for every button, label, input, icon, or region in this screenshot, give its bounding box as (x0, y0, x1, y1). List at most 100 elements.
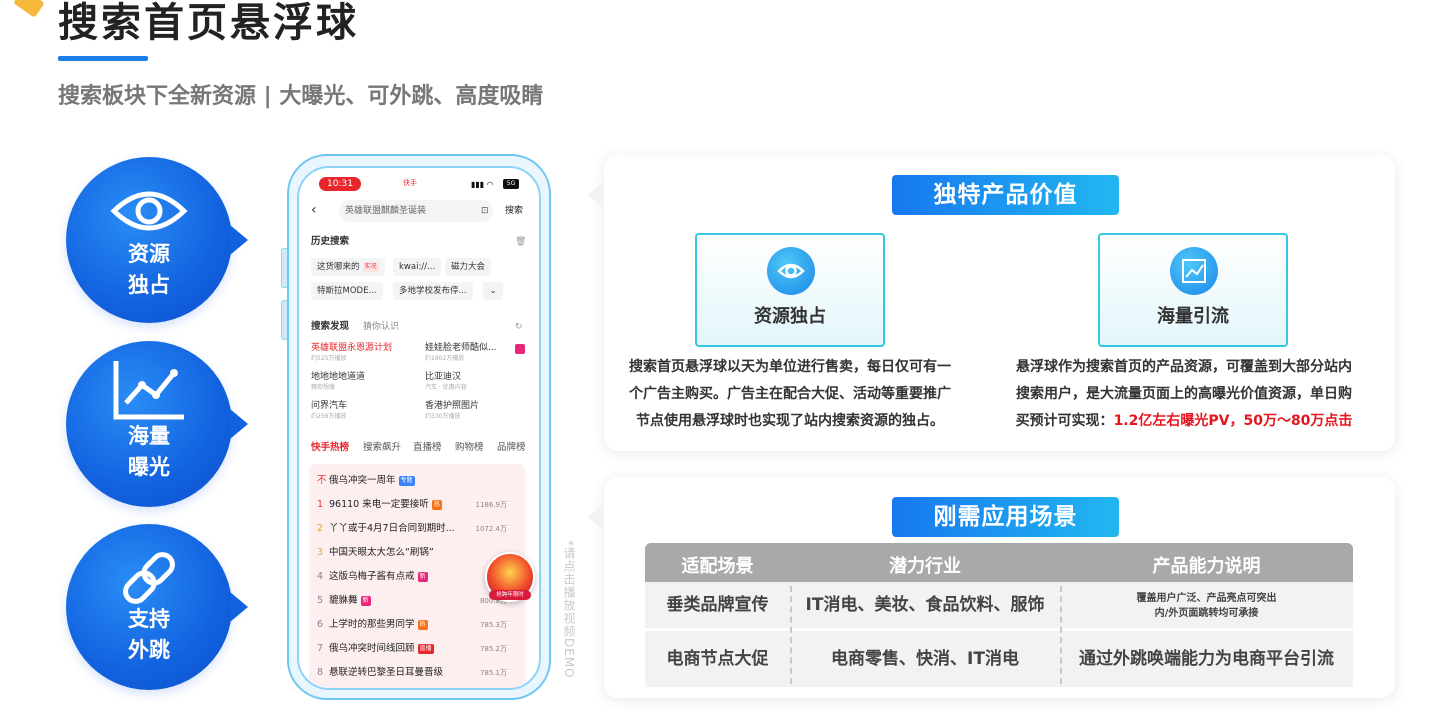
value-left-description: 搜索首页悬浮球以天为单位进行售卖，每日仅可有一 个广告主购买。广告主在配合大促、… (620, 354, 960, 435)
line-chart-icon (113, 361, 184, 420)
feature-line2: 外跳 (128, 638, 170, 662)
value-card-exclusive: 资源独占 (695, 233, 885, 347)
hot-item-rank: 4 (317, 571, 324, 582)
feature-resource-exclusive: 资源 独占 (66, 157, 248, 323)
status-time: 10:31 (319, 177, 361, 191)
scene-table: 适配场景 潜力行业 产品能力说明 垂类品牌宣传 IT消电、美妆、食品饮料、服饰 … (645, 543, 1353, 689)
hot-item-rank: 3 (317, 547, 324, 558)
floating-ball[interactable]: 抢跨年限时 (485, 552, 535, 602)
refresh-icon[interactable]: ↻ (515, 321, 523, 333)
table-cell-industry: 电商零售、快消、IT消电 (790, 631, 1060, 687)
table-cell-desc: 覆盖用户广泛、产品亮点可突出 内/外页面跳转均可承接 (1060, 582, 1353, 629)
top-pin-icon: 不 (317, 475, 327, 486)
discover-item-title[interactable]: 地地地地道道 (311, 371, 365, 383)
history-chip[interactable]: 特斯拉MODE... (311, 282, 383, 300)
hot-item-title: 悬联逆转巴黎圣日耳曼晋级 (329, 667, 444, 678)
tab-shopping[interactable]: 购物榜 (455, 442, 484, 454)
history-chip[interactable]: 磁力大会 (445, 258, 492, 276)
new-tag: 新 (360, 595, 371, 606)
new-tag: 新 (417, 571, 428, 582)
table-cell-scene: 电商节点大促 (645, 631, 790, 687)
new-badge (515, 344, 525, 354)
hot-item-value: 785.3万 (479, 621, 507, 629)
expand-chevron-icon[interactable]: ⌄ (483, 282, 503, 300)
discover-item-meta: 汽车 · 优惠内容 (425, 384, 467, 391)
scan-icon[interactable]: ⊡ (481, 205, 489, 217)
discover-item-title[interactable]: 问界汽车 (311, 400, 347, 412)
chip-tag: 实况 (362, 261, 379, 272)
desc-prefix: 买预计可实现： (1015, 413, 1114, 429)
table-cell-industry: IT消电、美妆、食品饮料、服饰 (790, 582, 1060, 629)
search-button[interactable]: 搜索 (505, 205, 523, 217)
page-title: 搜索首页悬浮球 (58, 0, 359, 46)
hot-tag: 热 (431, 499, 442, 510)
live-tag: 直播 (417, 643, 434, 654)
desc-highlight: 1.2亿左右曝光PV，50万～80万点击 (1113, 413, 1353, 429)
table-cell-desc: 通过外跳唤端能力为电商平台引流 (1060, 631, 1353, 687)
discover-subtab[interactable]: 猜你认识 (363, 321, 399, 333)
value-banner: 独特产品价值 (892, 175, 1119, 215)
tab-live[interactable]: 直播榜 (413, 442, 442, 454)
tab-kuaishou-hot[interactable]: 快手热榜 (311, 442, 349, 454)
hot-list-row[interactable]: 2 丫丫或于4月7日合同到期时... 1072.4万 (317, 522, 517, 536)
hot-list-row[interactable]: 6 上学时的那些男同学热 785.3万 (317, 618, 517, 632)
hot-item-rank: 7 (317, 643, 324, 654)
history-chip[interactable]: kwai://... (393, 258, 442, 276)
eye-icon (767, 247, 815, 295)
feature-line1: 资源 (128, 242, 170, 266)
chip-label: 这货哪来的 (317, 262, 360, 272)
value-card-label: 资源独占 (754, 306, 826, 327)
watermark: *请点击播放视频DEMO (562, 540, 576, 679)
corner-decoration (13, 0, 45, 18)
hot-item-title: 上学时的那些男同学 (329, 619, 415, 630)
link-icon (123, 552, 175, 604)
hot-list-row[interactable]: 5 貔貅舞新 800.8万 (317, 594, 517, 608)
feature-line1: 海量 (128, 424, 170, 448)
back-icon[interactable]: ‹ (311, 203, 317, 217)
desc-line: 内/外页面跳转均可承接 (1154, 608, 1259, 619)
page-subtitle: 搜索板块下全新资源 | 大曝光、可外跳、高度吸睛 (58, 84, 544, 109)
discover-item-meta: 约1902万播放 (425, 355, 465, 362)
hot-item-value: 1072.4万 (475, 525, 508, 533)
desc-line: 搜索用户，是大流量页面上的高曝光价值资源，单日购 (1016, 386, 1352, 402)
feature-line1: 支持 (128, 607, 170, 631)
hot-list-row[interactable]: 8 悬联逆转巴黎圣日耳曼晋级 785.1万 (317, 666, 517, 680)
trash-icon[interactable]: 🗑 (515, 236, 526, 248)
tab-search-rising[interactable]: 搜索飙升 (363, 442, 401, 454)
hot-list-row[interactable]: 3 中国天眼太大怎么“刷锅” (317, 546, 517, 560)
discover-item-title[interactable]: 娃娃脸老师酷似... (425, 342, 497, 354)
hot-item-rank: 2 (317, 523, 324, 534)
phone-screen: 10:31 快手 ▮▮▮ ◠ 5G ‹ 英雄联盟麒麟圣诞装 ⊡ 搜索 历史搜索 … (297, 166, 541, 690)
history-chip[interactable]: 多地学校发布停... (393, 282, 473, 300)
desc-line: 悬浮球作为搜索首页的产品资源，可覆盖到大部分站内 (1016, 359, 1352, 375)
desc-line: 个广告主购买。广告主在配合大促、活动等重要推广 (629, 386, 951, 402)
floating-ball-label: 抢跨年限时 (489, 590, 531, 600)
hot-item-title: 中国天眼太大怎么“刷锅” (329, 547, 434, 558)
hot-item-title: 俄乌冲突时间线回顾 (329, 643, 415, 654)
tab-brand[interactable]: 品牌榜 (497, 442, 526, 454)
value-right-description: 悬浮球作为搜索首页的产品资源，可覆盖到大部分站内 搜索用户，是大流量页面上的高曝… (1008, 354, 1360, 435)
discover-item-meta: 约330万播放 (425, 413, 461, 420)
app-name: 快手 (403, 179, 417, 187)
hot-item-rank: 5 (317, 595, 324, 606)
hot-list-row[interactable]: 1 96110 来电一定要接听热 1186.9万 (317, 498, 517, 512)
feature-external-jump: 支持 外跳 (66, 524, 248, 690)
desc-line: 节点使用悬浮球时也实现了站内搜索资源的独占。 (636, 413, 944, 429)
desc-line: 买预计可实现：1.2亿左右曝光PV，50万～80万点击 (1008, 408, 1360, 435)
discover-item-title[interactable]: 香港护照图片 (425, 400, 479, 412)
desc-line: 搜索首页悬浮球以天为单位进行售卖，每日仅可有一 (629, 359, 951, 375)
discover-title: 搜索发现 (311, 321, 350, 332)
history-chip[interactable]: 这货哪来的 实况 (311, 258, 385, 276)
battery-icon: 5G (503, 179, 519, 189)
topic-tag: 专题 (398, 475, 415, 486)
discover-item-title[interactable]: 英雄联盟永恩源计划 (311, 342, 392, 354)
discover-item-meta: 约525万播放 (311, 355, 347, 362)
hot-item-value: 785.1万 (479, 669, 507, 677)
hot-tag: 热 (417, 619, 428, 630)
discover-item-title[interactable]: 比亚迪汉 (425, 371, 461, 383)
desc-line: 覆盖用户广泛、产品亮点可突出 (1136, 593, 1277, 604)
search-placeholder: 英雄联盟麒麟圣诞装 (345, 206, 427, 216)
hot-list-top-row[interactable]: 不俄乌冲突一周年 专题 (317, 474, 415, 488)
discover-item-meta: 约256万播放 (311, 413, 347, 420)
hot-list-row[interactable]: 7 俄乌冲突时间线回顾 直播 785.2万 (317, 642, 517, 656)
